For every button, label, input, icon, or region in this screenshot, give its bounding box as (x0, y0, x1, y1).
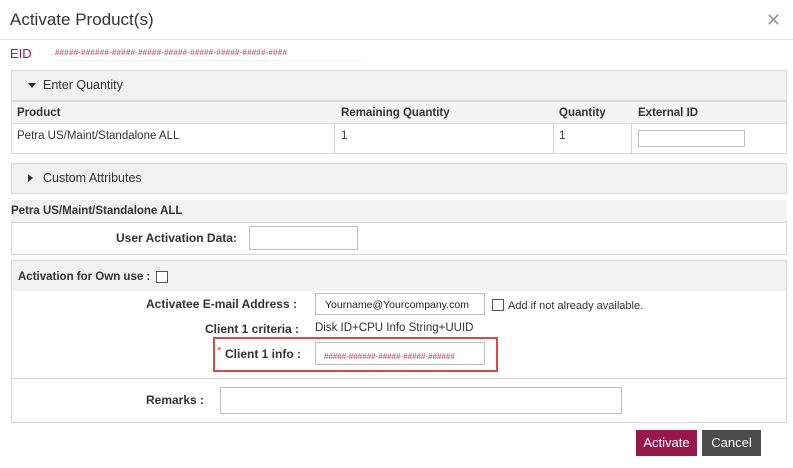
cell-divider (334, 124, 335, 153)
activate-button[interactable]: Activate (636, 430, 697, 456)
add-if-not-available-checkbox[interactable] (492, 299, 504, 311)
cancel-button[interactable]: Cancel (702, 430, 761, 456)
col-external-id: External ID (638, 107, 699, 119)
user-activation-input[interactable] (249, 226, 358, 250)
own-use-label: Activation for Own use : (18, 271, 151, 283)
caret-down-icon (28, 83, 36, 88)
user-activation-label: User Activation Data: (116, 231, 237, 245)
close-icon[interactable]: ✕ (766, 11, 781, 29)
client-criteria-label: Client 1 criteria : (205, 322, 300, 336)
client-criteria-value: Disk ID+CPU Info String+UUID (315, 322, 474, 334)
remarks-divider (12, 378, 786, 379)
activatee-email-input[interactable]: Yourname@Yourcompany.com (315, 293, 485, 315)
col-product: Product (17, 107, 61, 119)
row-quantity: 1 (559, 130, 566, 142)
row-remaining: 1 (341, 130, 348, 142)
client-info-label: Client 1 info : (225, 347, 301, 361)
client-info-value: #####-######-#####-#####-###### (324, 352, 455, 361)
own-use-checkbox[interactable] (156, 271, 168, 283)
enter-quantity-toggle[interactable] (11, 70, 787, 101)
external-id-input[interactable] (638, 130, 745, 147)
row-product: Petra US/Maint/Standalone ALL (17, 130, 180, 142)
cell-divider (553, 124, 554, 153)
eid-value: #####-######-#####-#####-#####-#####-###… (55, 48, 367, 61)
remarks-label: Remarks : (146, 393, 205, 407)
col-quantity: Quantity (559, 107, 606, 119)
product-section-title: Petra US/Maint/Standalone ALL (11, 205, 183, 217)
activatee-email-value: Yourname@Yourcompany.com (325, 299, 469, 311)
caret-right-icon (28, 174, 33, 182)
add-if-not-available-label: Add if not already available. (508, 300, 644, 312)
required-mark: * (217, 345, 222, 357)
activatee-email-label: Activatee E-mail Address : (146, 297, 297, 311)
enter-quantity-label: Enter Quantity (43, 78, 123, 92)
dialog-title: Activate Product(s) (10, 10, 154, 29)
remarks-input[interactable] (220, 387, 622, 414)
custom-attributes-label: Custom Attributes (43, 171, 142, 185)
cell-divider (631, 124, 632, 153)
col-remaining-quantity: Remaining Quantity (341, 107, 450, 119)
eid-label: EID (10, 46, 32, 61)
client-info-input[interactable]: #####-######-#####-#####-###### (315, 342, 485, 365)
